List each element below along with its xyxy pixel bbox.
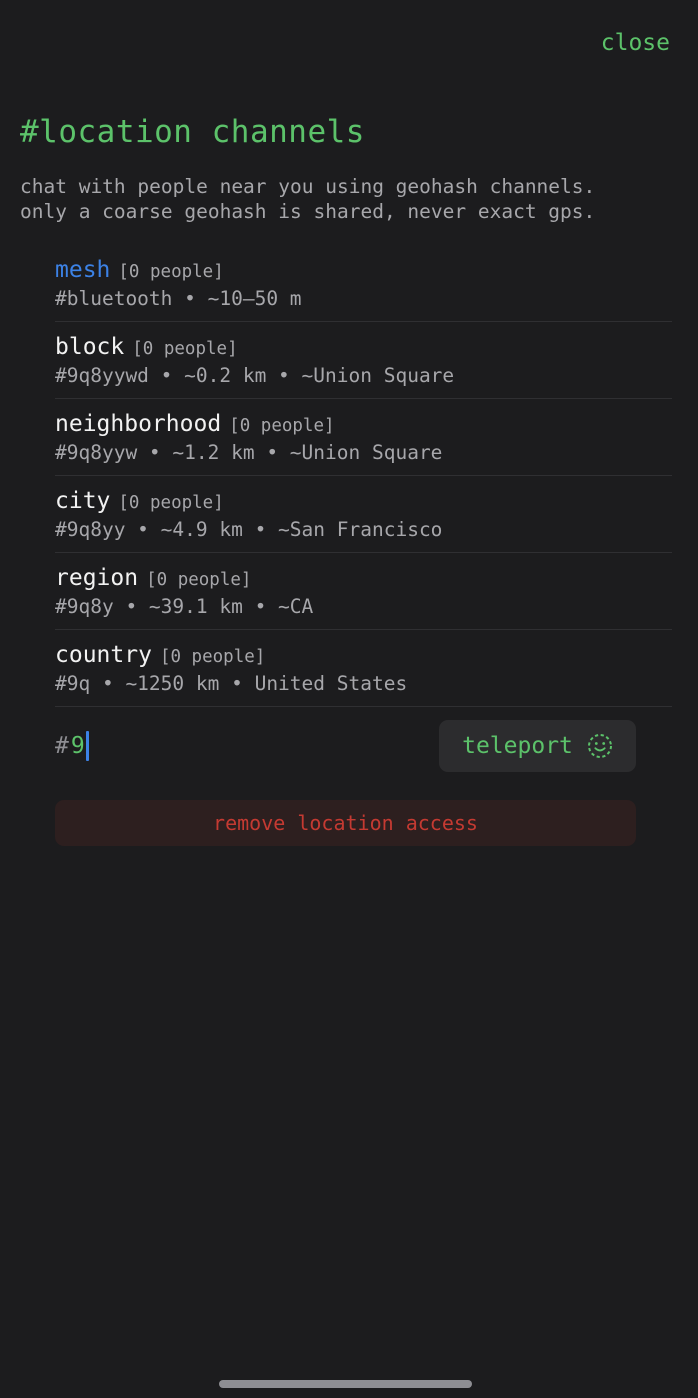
channel-detail: #bluetooth • ~10–50 m — [55, 287, 302, 310]
channel-item-block[interactable]: block [0 people] #9q8yywd • ~0.2 km • ~Un… — [55, 322, 672, 399]
channel-item-neighborhood[interactable]: neighborhood [0 people] #9q8yyw • ~1.2 km… — [55, 399, 672, 476]
intro-text: chat with people near you using geohash … — [20, 174, 680, 224]
teleport-button[interactable]: teleport — [439, 720, 636, 772]
channel-name: block — [55, 334, 125, 360]
channel-detail: #9q8yywd • ~0.2 km • ~Union Square — [55, 364, 455, 387]
channel-item-country[interactable]: country [0 people] #9q • ~1250 km • Unite… — [55, 630, 672, 707]
intro-line-1: chat with people near you using geohash … — [20, 175, 596, 198]
channel-people-count: [0 people] — [159, 647, 266, 667]
channel-item-region[interactable]: region [0 people] #9q8y • ~39.1 km • ~CA — [55, 553, 672, 630]
channel-name: country — [55, 642, 152, 668]
channel-detail: #9q8yy • ~4.9 km • ~San Francisco — [55, 518, 443, 541]
channel-people-count: [0 people] — [146, 570, 252, 590]
page-title: #location channels — [20, 114, 365, 150]
channel-people-count: [0 people] — [118, 493, 224, 513]
channel-name: mesh — [55, 257, 111, 283]
face-smile-dashed-icon — [587, 734, 612, 758]
geohash-value: 9 — [70, 733, 85, 759]
text-cursor — [85, 731, 89, 761]
channel-detail: #9q • ~1250 km • United States — [55, 672, 408, 695]
channel-name: region — [55, 565, 139, 591]
geohash-prefix: # — [55, 733, 69, 759]
teleport-row: #9 teleport — [55, 720, 636, 772]
channel-name: neighborhood — [55, 411, 222, 437]
channel-item-mesh[interactable]: mesh [0 people] #bluetooth • ~10–50 m — [55, 245, 672, 322]
close-button[interactable]: close — [601, 30, 670, 56]
channel-people-count: [0 people] — [132, 339, 238, 359]
channel-detail: #9q8y • ~39.1 km • ~CA — [55, 595, 314, 618]
channel-name: city — [55, 488, 111, 514]
channel-people-count: [0 people] — [118, 262, 224, 282]
channel-list: mesh [0 people] #bluetooth • ~10–50 m blo… — [55, 245, 672, 707]
channel-people-count: [0 people] — [229, 416, 335, 436]
teleport-label: teleport — [462, 733, 573, 759]
home-indicator[interactable] — [219, 1380, 472, 1388]
channel-item-city[interactable]: city [0 people] #9q8yy • ~4.9 km • ~San F… — [55, 476, 672, 553]
geohash-input[interactable]: #9 — [55, 731, 89, 761]
channel-detail: #9q8yyw • ~1.2 km • ~Union Square — [55, 441, 443, 464]
intro-line-2: only a coarse geohash is shared, never e… — [20, 200, 596, 223]
remove-location-access-button[interactable]: remove location access — [55, 800, 636, 846]
